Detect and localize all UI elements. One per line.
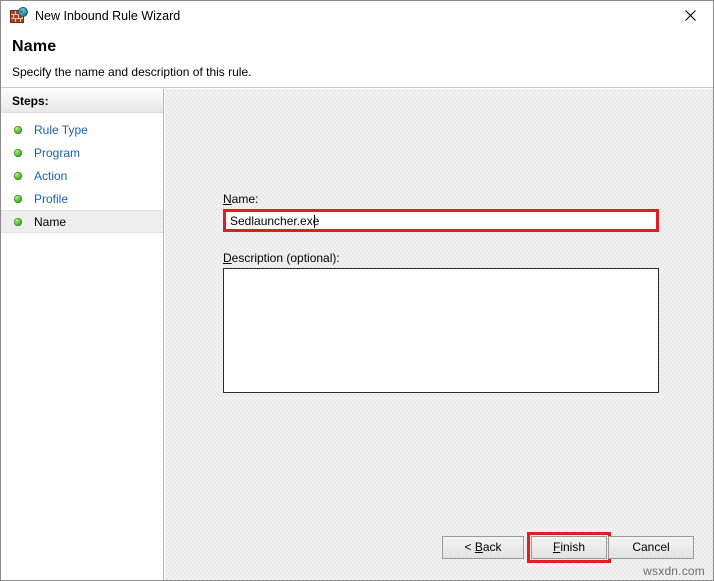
back-rest: ack	[482, 540, 502, 554]
sidebar-item-action[interactable]: Action	[1, 164, 163, 187]
sidebar-item-label: Name	[34, 214, 67, 229]
new-inbound-rule-wizard-window: New Inbound Rule Wizard Name Specify the…	[0, 0, 714, 581]
name-label-accel: N	[223, 192, 232, 206]
description-label-rest: escription (optional):	[231, 251, 340, 265]
sidebar-item-label: Program	[34, 145, 81, 160]
name-field-highlight	[223, 209, 659, 232]
rule-name-form: Name: Description (optional):	[223, 192, 659, 393]
wizard-body: Steps: Rule Type Program Action Profile	[1, 89, 713, 580]
description-input[interactable]	[223, 268, 659, 393]
finish-rest: inish	[560, 540, 586, 554]
sidebar-item-label: Profile	[34, 191, 69, 206]
sidebar-item-profile[interactable]: Profile	[1, 187, 163, 210]
description-label-accel: D	[223, 251, 232, 265]
page-subtitle: Specify the name and description of this…	[12, 65, 252, 79]
page-header: Name Specify the name and description of…	[1, 31, 713, 88]
name-label-rest: ame:	[231, 192, 259, 206]
text-caret	[314, 215, 315, 228]
steps-list: Rule Type Program Action Profile Name	[1, 113, 163, 233]
steps-sidebar: Steps: Rule Type Program Action Profile	[1, 89, 164, 580]
title-bar: New Inbound Rule Wizard	[1, 1, 713, 31]
sidebar-item-program[interactable]: Program	[1, 141, 163, 164]
step-complete-icon	[14, 171, 22, 180]
content-panel: Name: Description (optional): < Back Fin…	[165, 89, 713, 580]
watermark: wsxdn.com	[643, 564, 705, 578]
back-accel: B	[474, 540, 483, 554]
firewall-globe-icon	[10, 7, 28, 25]
sidebar-item-label: Action	[34, 168, 68, 183]
close-icon[interactable]	[668, 1, 713, 30]
sidebar-item-rule-type[interactable]: Rule Type	[1, 118, 163, 141]
back-prefix: <	[464, 540, 475, 554]
step-complete-icon	[14, 148, 22, 157]
name-field-label: Name:	[223, 192, 659, 206]
name-input[interactable]	[226, 212, 656, 229]
steps-header: Steps:	[1, 89, 163, 113]
button-row: < Back Finish Cancel	[165, 532, 713, 566]
finish-button[interactable]: Finish	[531, 536, 607, 559]
step-current-icon	[14, 217, 22, 226]
window-title: New Inbound Rule Wizard	[35, 9, 181, 23]
back-button[interactable]: < Back	[442, 536, 524, 559]
step-complete-icon	[14, 194, 22, 203]
page-title: Name	[12, 38, 57, 55]
description-field-label: Description (optional):	[223, 251, 659, 265]
step-complete-icon	[14, 125, 22, 134]
sidebar-item-name[interactable]: Name	[1, 210, 163, 233]
sidebar-item-label: Rule Type	[34, 122, 88, 137]
cancel-button[interactable]: Cancel	[608, 536, 694, 559]
